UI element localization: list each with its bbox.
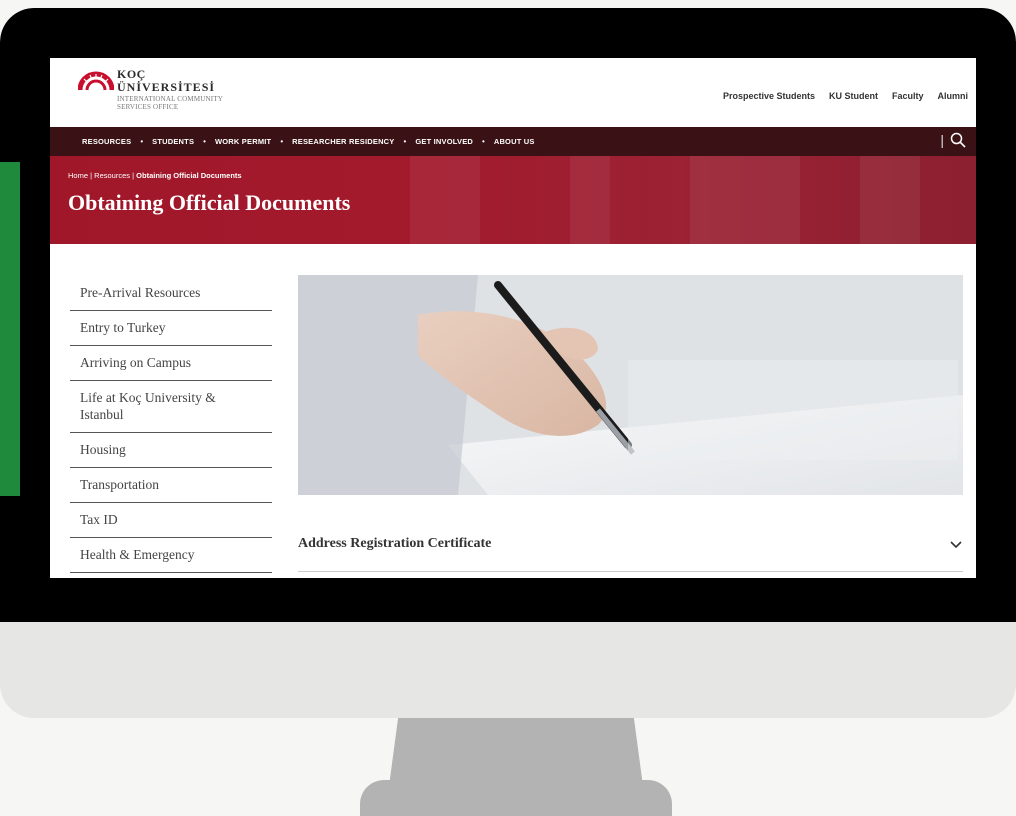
main-nav: RESOURCES • STUDENTS • WORK PERMIT • RES… [50, 127, 976, 156]
nav-item-about-us[interactable]: ABOUT US [494, 137, 535, 146]
sidebar-item-pre-arrival-resources[interactable]: Pre-Arrival Resources [70, 276, 272, 311]
accordion-title: Address Registration Certificate [298, 536, 492, 551]
breadcrumb-separator: | [132, 171, 135, 180]
logo-text: KOÇ ÜNİVERSİTESİ INTERNATIONAL COMMUNITY… [117, 68, 223, 111]
photo-hand-signing-document [298, 275, 963, 495]
nav-item-work-permit[interactable]: WORK PERMIT [215, 137, 271, 146]
sidebar-item-transportation[interactable]: Transportation [70, 468, 272, 503]
university-logo[interactable]: KOÇ ÜNİVERSİTESİ INTERNATIONAL COMMUNITY… [78, 68, 223, 111]
logo-line1: KOÇ [117, 67, 146, 81]
nav-search-area: | [940, 132, 966, 148]
link-prospective-students[interactable]: Prospective Students [723, 91, 815, 101]
hero-bg-building [690, 156, 800, 244]
audience-links: Prospective Students KU Student Faculty … [723, 91, 968, 101]
link-ku-student[interactable]: KU Student [829, 91, 878, 101]
logo-line4: SERVICES OFFICE [117, 103, 179, 111]
green-accent-block [0, 162, 20, 496]
nav-separator: • [280, 137, 284, 146]
sidebar-nav: Pre-Arrival Resources Entry to Turkey Ar… [70, 276, 272, 573]
accordion-address-registration[interactable]: Address Registration Certificate [298, 524, 963, 572]
link-faculty[interactable]: Faculty [892, 91, 924, 101]
sidebar-item-health-emergency[interactable]: Health & Emergency [70, 538, 272, 573]
hero-photo [298, 275, 963, 495]
breadcrumb-home[interactable]: Home [68, 171, 88, 180]
link-alumni[interactable]: Alumni [938, 91, 969, 101]
breadcrumb-current: Obtaining Official Documents [136, 171, 242, 180]
nav-item-researcher-residency[interactable]: RESEARCHER RESIDENCY [292, 137, 394, 146]
breadcrumb-separator: | [90, 171, 93, 180]
nav-separator: • [203, 137, 206, 146]
nav-item-resources[interactable]: RESOURCES [82, 137, 131, 146]
sidebar-item-entry-to-turkey[interactable]: Entry to Turkey [70, 311, 272, 346]
nav-separator: • [403, 137, 407, 146]
page-hero: Home | Resources | Obtaining Official Do… [50, 156, 976, 244]
logo-line2: ÜNİVERSİTESİ [117, 80, 216, 94]
nav-item-get-involved[interactable]: GET INVOLVED [415, 137, 473, 146]
logo-arc-icon [78, 71, 114, 91]
nav-separator: • [482, 137, 485, 146]
monitor: KOÇ ÜNİVERSİTESİ INTERNATIONAL COMMUNITY… [0, 8, 1016, 718]
sidebar-item-tax-id[interactable]: Tax ID [70, 503, 272, 538]
hero-bg-building [570, 156, 610, 244]
hero-bg-building [860, 156, 920, 244]
stage: KOÇ ÜNİVERSİTESİ INTERNATIONAL COMMUNITY… [0, 0, 1016, 816]
nav-divider: | [940, 132, 944, 148]
site-header: KOÇ ÜNİVERSİTESİ INTERNATIONAL COMMUNITY… [50, 58, 976, 127]
monitor-stand-base [360, 780, 672, 816]
breadcrumb: Home | Resources | Obtaining Official Do… [68, 171, 242, 180]
nav-separator: • [140, 137, 144, 146]
logo-line3: INTERNATIONAL COMMUNITY [117, 95, 224, 103]
chevron-down-icon[interactable] [949, 538, 963, 552]
page-title: Obtaining Official Documents [68, 190, 351, 215]
breadcrumb-resources[interactable]: Resources [94, 171, 130, 180]
sidebar-item-housing[interactable]: Housing [70, 433, 272, 468]
sidebar-item-arriving-on-campus[interactable]: Arriving on Campus [70, 346, 272, 381]
nav-item-students[interactable]: STUDENTS [152, 137, 194, 146]
sidebar-item-life-at-koc-istanbul[interactable]: Life at Koç University & Istanbul [70, 381, 272, 433]
search-icon[interactable] [950, 132, 966, 148]
hero-bg-building [410, 156, 480, 244]
website-screen: KOÇ ÜNİVERSİTESİ INTERNATIONAL COMMUNITY… [50, 58, 976, 578]
